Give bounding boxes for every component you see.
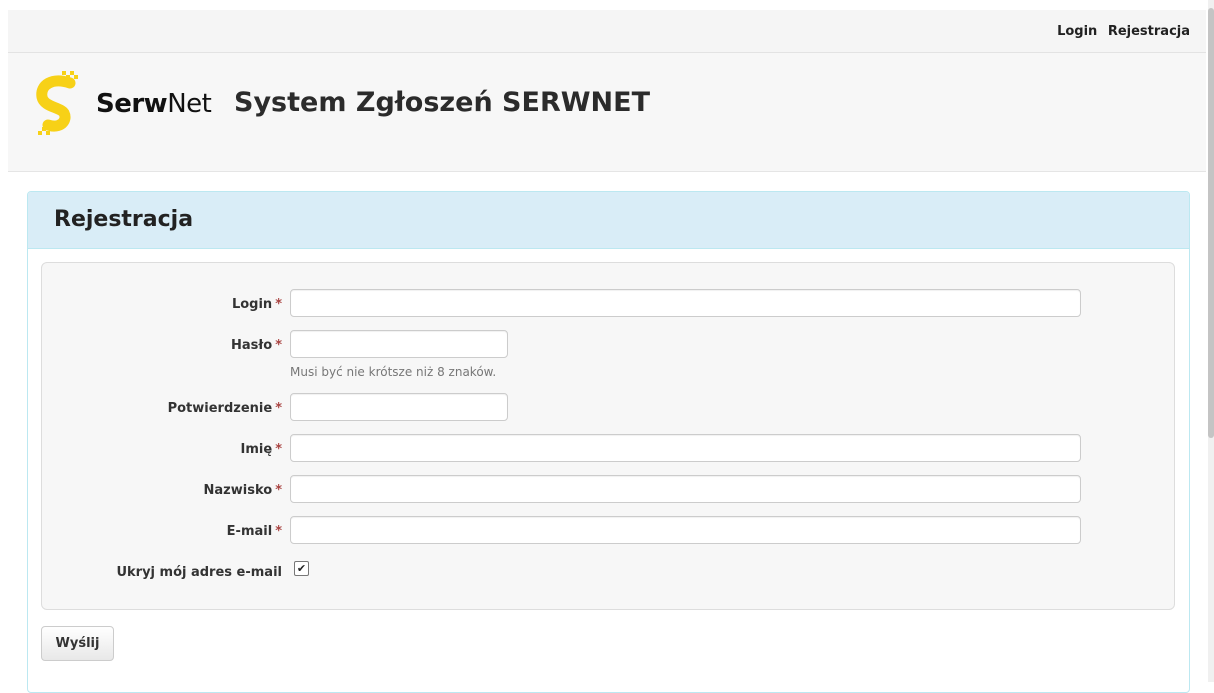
email-label: E-mail *	[226, 524, 282, 539]
serwnet-logo-icon	[36, 71, 78, 135]
firstname-input[interactable]	[290, 434, 1081, 462]
required-mark: *	[275, 338, 282, 353]
brand-light: Net	[167, 89, 212, 119]
scrollbar[interactable]	[1208, 0, 1214, 682]
required-mark: *	[275, 401, 282, 416]
register-link[interactable]: Rejestracja	[1108, 24, 1190, 39]
login-link[interactable]: Login	[1057, 24, 1097, 39]
required-mark: *	[275, 524, 282, 539]
email-input[interactable]	[290, 516, 1081, 544]
scrollbar-thumb[interactable]	[1208, 8, 1214, 438]
password-help: Musi być nie krótsze niż 8 znaków.	[290, 365, 497, 379]
required-mark: *	[275, 297, 282, 312]
password-input[interactable]	[290, 330, 508, 358]
required-mark: *	[275, 483, 282, 498]
site-header: SerwNet System Zgłoszeń SERWNET	[8, 53, 1206, 172]
password-label: Hasło *	[231, 338, 282, 353]
required-mark: *	[275, 442, 282, 457]
panel-title: Rejestracja	[54, 207, 194, 232]
top-navbar: Login Rejestracja	[8, 10, 1206, 53]
top-nav: Login Rejestracja	[1051, 24, 1190, 39]
login-input[interactable]	[290, 289, 1081, 317]
confirm-password-input[interactable]	[290, 393, 508, 421]
lastname-label: Nazwisko *	[203, 483, 282, 498]
brand-wordmark: SerwNet	[96, 89, 212, 119]
panel-heading: Rejestracja	[28, 192, 1189, 249]
submit-button[interactable]: Wyślij	[41, 626, 114, 661]
registration-panel: Rejestracja Login * Hasło * Musi być nie k…	[27, 191, 1190, 693]
hide-email-checkbox[interactable]: ✔	[294, 561, 309, 576]
confirm-label: Potwierdzenie *	[167, 401, 282, 416]
firstname-label: Imię *	[240, 442, 282, 457]
site-title: System Zgłoszeń SERWNET	[234, 87, 650, 118]
hide-email-label: Ukryj mój adres e-mail	[116, 565, 282, 580]
registration-form: Login * Hasło * Musi być nie krótsze niż 8…	[41, 262, 1175, 610]
brand-bold: Serw	[96, 89, 168, 119]
lastname-input[interactable]	[290, 475, 1081, 503]
login-label: Login *	[231, 297, 282, 312]
